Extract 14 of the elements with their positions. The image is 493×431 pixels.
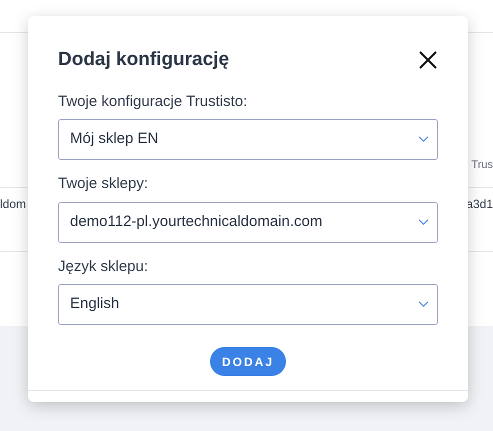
column-header-text: Trus [471,158,493,172]
chevron-down-icon [418,218,429,226]
add-button[interactable]: DODAJ [210,347,286,376]
table-cell-text: ldom [0,196,26,213]
close-icon[interactable] [418,50,438,70]
chevron-down-icon [418,301,429,308]
chevron-down-icon [418,136,429,143]
select-field[interactable]: demo112-pl.yourtechnicaldomain.com [58,202,438,242]
field-label: Twoje konfiguracje Trustisto: [58,92,248,112]
dialog-title: Dodaj konfigurację [58,48,230,72]
select-field[interactable]: English [58,284,438,325]
field-label: Twoje sklepy: [58,174,150,194]
select-field[interactable]: Mój sklep EN [58,119,438,160]
field-label: Język sklepu: [58,256,150,276]
